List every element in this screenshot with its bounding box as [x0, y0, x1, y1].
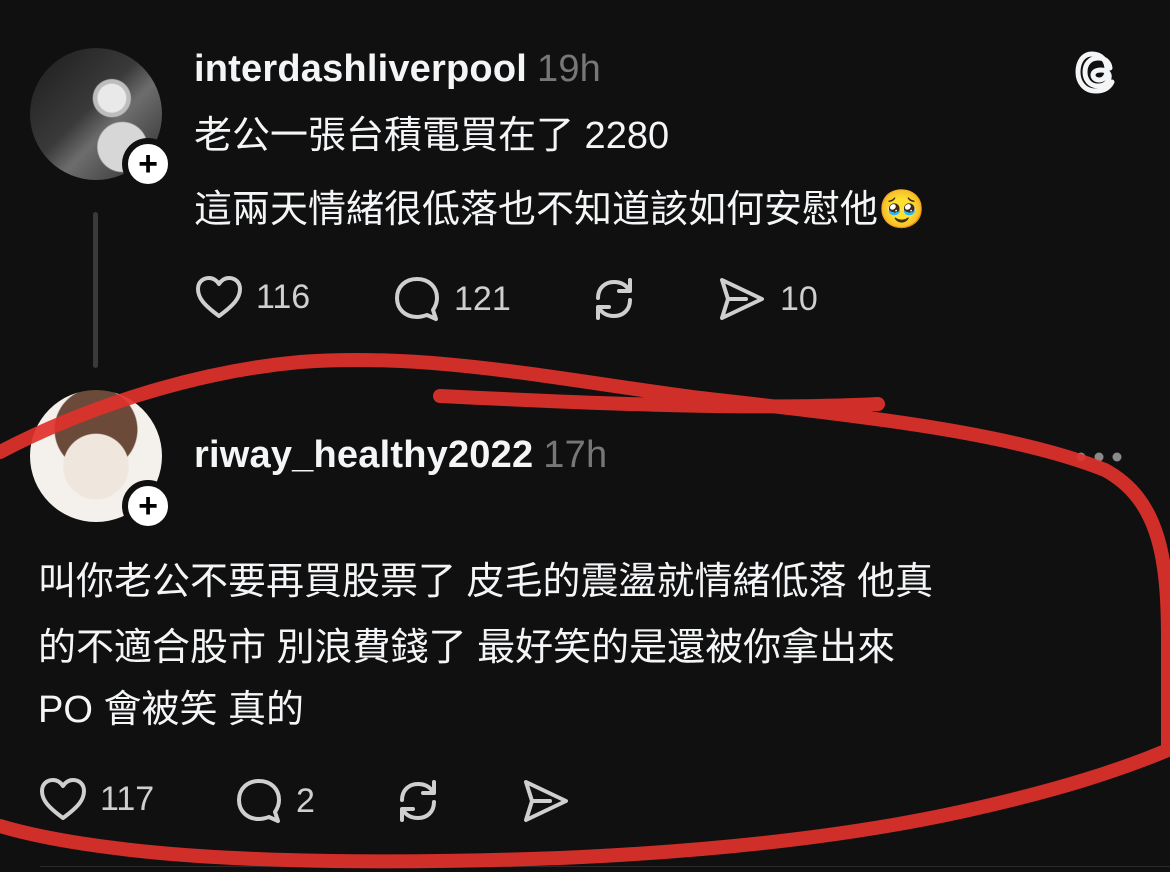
post-header: interdashliverpool 19h: [194, 48, 601, 91]
reply-text-line-2: 的不適合股市 別浪費錢了 最好笑的是還被你拿出來: [38, 627, 896, 669]
post-like-button[interactable]: 116: [194, 274, 310, 320]
reply-comment-button[interactable]: 2: [234, 776, 315, 826]
heart-icon: [40, 778, 86, 820]
post-text-line-2: 這兩天情緒很低落也不知道該如何安慰他🥹: [194, 189, 926, 231]
comment-icon: [237, 779, 281, 823]
post-text-line-1: 老公一張台積電買在了 2280: [194, 115, 670, 157]
post-repost-button[interactable]: [588, 274, 640, 324]
reply-like-button[interactable]: 117: [38, 776, 154, 822]
post-comment-count: 121: [454, 279, 511, 318]
reply-username[interactable]: riway_healthy2022: [194, 434, 533, 476]
send-icon: [720, 278, 764, 320]
post-share-button[interactable]: 10: [716, 274, 818, 324]
send-icon: [524, 780, 568, 822]
post-like-count: 116: [256, 277, 311, 316]
more-options-icon[interactable]: [1074, 450, 1124, 464]
threads-logo-icon[interactable]: [1074, 44, 1124, 98]
heart-icon: [196, 276, 242, 318]
comment-icon: [395, 277, 439, 321]
post-timestamp: 19h: [537, 48, 602, 90]
post-username[interactable]: interdashliverpool: [194, 48, 527, 90]
reply-like-count: 117: [100, 779, 155, 818]
repost-icon: [596, 278, 632, 320]
reply-comment-count: 2: [296, 781, 315, 820]
post-share-count: 10: [780, 279, 818, 318]
post-comment-button[interactable]: 121: [392, 274, 511, 324]
reply-timestamp: 17h: [543, 434, 608, 476]
reply-follow-plus-icon[interactable]: +: [122, 480, 174, 532]
reply-text-line-3: PO 會被笑 真的: [38, 689, 305, 731]
reply-text-line-1: 叫你老公不要再買股票了 皮毛的震盪就情緒低落 他真: [38, 561, 934, 603]
reply-avatar[interactable]: +: [30, 390, 174, 532]
reply-header: riway_healthy2022 17h: [194, 434, 607, 477]
reply-share-button[interactable]: [520, 776, 572, 826]
bottom-divider: [40, 866, 1170, 867]
thread-connector-line: [93, 212, 98, 368]
post-follow-plus-icon[interactable]: +: [122, 138, 174, 190]
reply-repost-button[interactable]: [392, 776, 444, 826]
post-avatar[interactable]: +: [30, 48, 174, 190]
repost-icon: [400, 780, 436, 822]
